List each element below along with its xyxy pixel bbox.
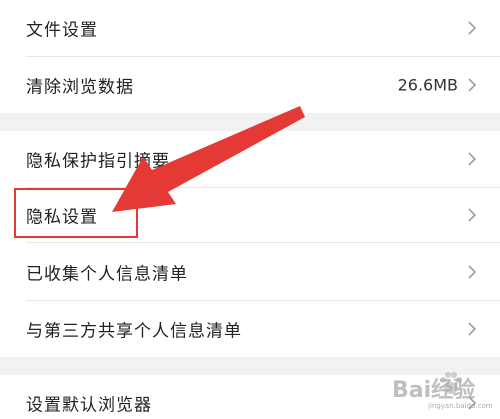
chevron-right-icon xyxy=(468,78,477,92)
chevron-right-icon xyxy=(468,208,477,222)
settings-item-collected-personal-info[interactable]: 已收集个人信息清单 xyxy=(0,243,500,300)
settings-item-file-settings[interactable]: 文件设置 xyxy=(0,0,500,56)
section-gap xyxy=(0,113,500,131)
watermark-url: jingyan.baidu.com xyxy=(428,402,493,410)
watermark-text: Bai经验 xyxy=(392,378,476,403)
settings-item-label: 设置默认浏览器 xyxy=(26,395,152,416)
settings-item-label: 文件设置 xyxy=(26,20,98,41)
settings-item-label: 与第三方共享个人信息清单 xyxy=(26,321,242,342)
settings-item-clear-browsing-data[interactable]: 清除浏览数据 26.6MB xyxy=(0,57,500,113)
settings-item-label: 清除浏览数据 xyxy=(26,77,134,98)
settings-item-privacy-guide[interactable]: 隐私保护指引摘要 xyxy=(0,131,500,187)
highlight-box xyxy=(14,188,138,238)
settings-item-label: 隐私保护指引摘要 xyxy=(26,151,170,172)
chevron-right-icon xyxy=(468,264,477,279)
chevron-right-icon xyxy=(468,152,477,166)
settings-screen: 文件设置 清除浏览数据 26.6MB 隐私保护指引摘要 隐私设置 已收集个人信息… xyxy=(0,0,500,419)
settings-item-third-party-sharing[interactable]: 与第三方共享个人信息清单 xyxy=(0,301,500,357)
chevron-right-icon xyxy=(468,322,477,336)
cache-size-value: 26.6MB xyxy=(397,75,458,95)
watermark: Bai经验 jingyan.baidu.com xyxy=(392,362,496,416)
chevron-right-icon xyxy=(468,21,477,35)
settings-item-label: 已收集个人信息清单 xyxy=(26,264,188,284)
